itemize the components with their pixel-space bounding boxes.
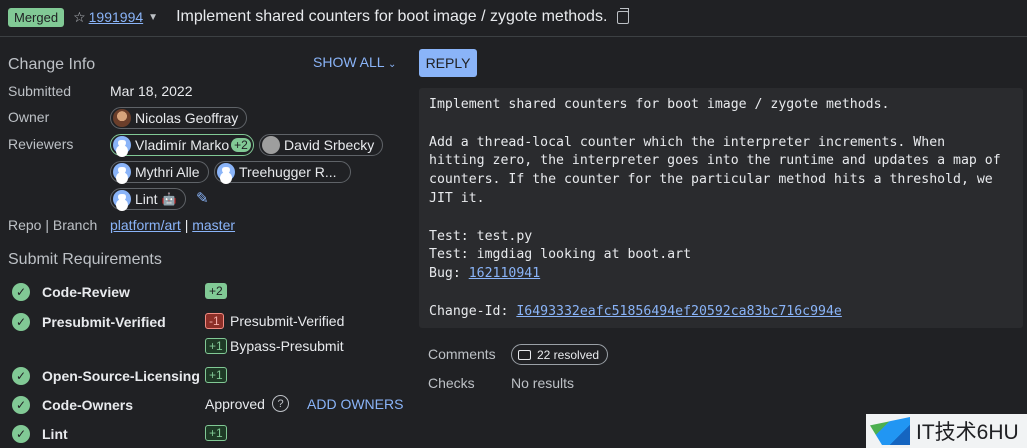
repo-branch: platform/art | master <box>110 217 235 233</box>
requirement-row: ✓ Code-Review <box>12 283 130 301</box>
chevron-down-icon: ⌄ <box>387 59 397 70</box>
requirement-row: ✓ Lint <box>12 425 68 443</box>
branch-link[interactable]: master <box>192 217 235 233</box>
commit-message-line <box>429 115 1023 134</box>
commit-message-line: Test: imgdiag looking at boot.art <box>429 247 692 263</box>
reviewer-chip[interactable]: Lint 🤖 <box>110 188 186 210</box>
comments-resolved-chip[interactable]: 22 resolved <box>511 344 609 365</box>
reviewer-chip[interactable]: Vladimír Marko +2 <box>110 134 254 156</box>
reviewer-name: Lint <box>135 191 158 207</box>
header-divider <box>0 36 1027 37</box>
owner-label: Owner <box>8 109 50 125</box>
vote-badge: +1 <box>205 367 227 383</box>
checks-label: Checks <box>428 375 475 391</box>
requirement-name: Open-Source-Licensing <box>42 368 200 384</box>
vote-badge: +2 <box>205 283 227 299</box>
reviewer-chip[interactable]: Mythri Alle <box>110 161 209 183</box>
show-all-label: SHOW ALL <box>313 54 385 70</box>
requirement-status: Approved <box>205 396 265 412</box>
show-all-button[interactable]: SHOW ALL ⌄ <box>313 54 396 70</box>
commit-message-line: Implement shared counters for boot image… <box>429 97 890 112</box>
commit-message-line: counters. If the counter for the particu… <box>429 172 993 188</box>
bug-link[interactable]: 162110941 <box>469 266 540 281</box>
change-subject: Implement shared counters for boot image… <box>176 8 608 25</box>
check-icon: ✓ <box>12 313 30 331</box>
requirement-name: Code-Owners <box>42 397 134 413</box>
check-icon: ✓ <box>12 367 30 385</box>
change-id-line: Change-Id: I6493332eafc51856494ef20592ca… <box>429 303 1023 322</box>
vote-label: Presubmit-Verified <box>230 313 345 329</box>
submitted-value: Mar 18, 2022 <box>110 83 193 99</box>
vote-badge: -1 <box>205 313 224 329</box>
requirement-row: ✓ Presubmit-Verified <box>12 313 166 331</box>
reviewer-chip[interactable]: Treehugger R... <box>214 161 351 183</box>
repo-branch-separator: | <box>184 217 189 233</box>
status-badge: Merged <box>8 7 65 27</box>
owner-name: Nicolas Geoffray <box>135 110 239 126</box>
requirement-row: ✓ Code-Owners <box>12 396 133 414</box>
commit-message-line: Add a thread-local counter which the int… <box>429 134 946 150</box>
reviewer-name: David Srbecky <box>284 137 375 153</box>
reviewers-label: Reviewers <box>8 136 74 152</box>
comments-label: Comments <box>428 346 496 362</box>
change-id-link[interactable]: I6493332eafc51856494ef20592ca83bc716c994… <box>516 304 842 319</box>
change-id-label: Change-Id: <box>429 303 517 319</box>
requirement-name: Presubmit-Verified <box>42 314 166 330</box>
commit-message-line: hitting zero, the interpreter goes into … <box>429 153 1001 169</box>
chevron-down-icon[interactable]: ▼ <box>148 12 158 23</box>
reviewer-name: Treehugger R... <box>239 164 337 180</box>
reviewer-name: Vladimír Marko <box>135 137 230 153</box>
commit-message-line: Test: test.py <box>429 228 533 244</box>
requirement-row: ✓ Open-Source-Licensing <box>12 367 200 385</box>
reply-button[interactable]: REPLY <box>419 49 477 77</box>
reviewer-chip[interactable]: David Srbecky <box>259 134 384 156</box>
check-icon: ✓ <box>12 396 30 414</box>
change-header: Merged ☆ 1991994 ▼ Implement shared coun… <box>0 0 1027 34</box>
robot-icon: 🤖 <box>161 192 177 206</box>
help-icon[interactable]: ? <box>272 395 289 412</box>
avatar <box>113 109 131 127</box>
reviewer-name: Mythri Alle <box>135 164 200 180</box>
add-owners-button[interactable]: ADD OWNERS <box>307 396 403 412</box>
requirement-name: Code-Review <box>42 284 130 300</box>
star-icon[interactable]: ☆ <box>73 9 86 26</box>
bug-line: Bug: 162110941 <box>429 265 1023 284</box>
change-info-title: Change Info <box>8 56 96 73</box>
watermark-text: IT技术6HU <box>916 421 1019 444</box>
avatar <box>113 163 131 181</box>
resolved-count: 22 resolved <box>537 347 600 362</box>
owner-chip[interactable]: Nicolas Geoffray <box>110 107 248 129</box>
pencil-icon[interactable]: ✎ <box>196 189 209 207</box>
avatar <box>113 190 131 208</box>
change-number-link[interactable]: 1991994 <box>89 9 144 25</box>
vote-label: Bypass-Presubmit <box>230 338 344 354</box>
commit-message-line <box>429 209 1023 228</box>
repo-link[interactable]: platform/art <box>110 217 181 233</box>
check-icon: ✓ <box>12 283 30 301</box>
commit-message: Implement shared counters for boot image… <box>419 88 1023 328</box>
copy-icon[interactable] <box>617 7 630 24</box>
avatar <box>113 136 131 154</box>
vote-badge: +2 <box>231 138 251 152</box>
watermark: IT技术6HU <box>866 414 1027 448</box>
avatar <box>217 163 235 181</box>
comment-icon <box>518 349 531 360</box>
vote-badge: +1 <box>205 425 227 441</box>
submit-requirements-title: Submit Requirements <box>8 251 162 268</box>
submitted-label: Submitted <box>8 83 72 99</box>
commit-message-line: JIT it. <box>429 190 485 206</box>
check-icon: ✓ <box>12 425 30 443</box>
checks-value: No results <box>511 375 575 391</box>
avatar <box>262 136 280 154</box>
vote-badge: +1 <box>205 338 227 354</box>
watermark-logo-icon <box>870 417 910 445</box>
repo-branch-label: Repo | Branch <box>8 217 98 233</box>
bug-label: Bug: <box>429 266 469 282</box>
requirement-name: Lint <box>42 426 68 442</box>
